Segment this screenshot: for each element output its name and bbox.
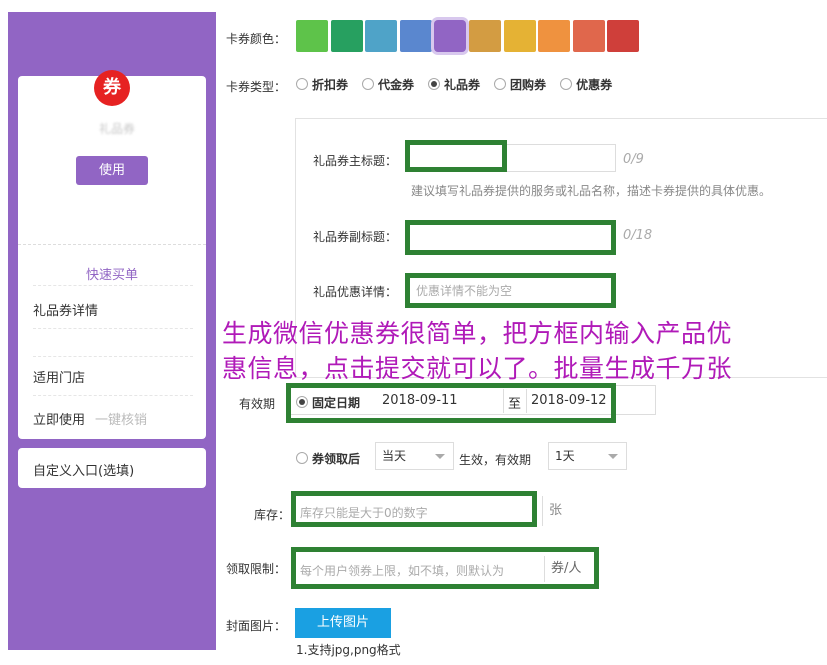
annotation-text: 生成微信优惠券很简单，把方框内输入产品优 惠信息，点击提交就可以了。批量生成千万… [222, 316, 822, 386]
main-title-hint: 建议填写礼品券提供的服务或礼品名称，描述卡券提供的具体优惠。 [411, 184, 772, 198]
detail-label: 礼品优惠详情： [313, 285, 398, 299]
type-label: 卡券类型： [226, 80, 287, 94]
coupon-type-label: 折扣券 [312, 78, 349, 92]
color-swatch[interactable] [572, 20, 605, 52]
color-swatch[interactable] [296, 20, 328, 52]
sub-title-counter: 0/18 [623, 228, 653, 243]
coupon-type-option[interactable]: 优惠券 [560, 76, 612, 93]
validity-label: 有效期 [239, 397, 276, 411]
cover-label: 封面图片： [226, 619, 287, 633]
date-end-input[interactable]: 2018-09-12 [531, 393, 607, 408]
radio-unchecked-icon [494, 78, 507, 90]
coupon-type-option[interactable]: 团购券 [494, 76, 546, 93]
validity-select[interactable]: 1天 [548, 442, 627, 470]
after-receive-value: 当天 [382, 449, 407, 463]
cover-hint: 1.支持jpg,png格式 [296, 643, 401, 657]
radio-unchecked-icon [362, 78, 375, 90]
annotation-line-1: 生成微信优惠券很简单，把方框内输入产品优 [222, 319, 733, 348]
main-title-counter: 0/9 [623, 152, 644, 167]
date-separator: 至 [508, 397, 522, 412]
coupon-title-blurred: 礼品券 [98, 122, 135, 136]
color-swatch[interactable] [607, 20, 640, 52]
date-start-input[interactable]: 2018-09-11 [382, 393, 458, 408]
radio-checked-icon [296, 396, 308, 408]
after-receive-select[interactable]: 当天 [375, 442, 454, 470]
after-receive-radio[interactable]: 券领取后 [296, 450, 360, 467]
menu-item-detail[interactable]: 礼品券详情 [33, 300, 193, 319]
color-swatch[interactable] [538, 20, 571, 52]
sub-title-label: 礼品券副标题： [313, 230, 398, 244]
menu-item-stores[interactable]: 适用门店 [33, 367, 193, 386]
detail-input[interactable]: 优惠详情不能为空 [405, 273, 616, 308]
divider [33, 356, 193, 357]
radio-unchecked-icon [296, 452, 308, 464]
radio-unchecked-icon [560, 78, 573, 90]
after-receive-label: 券领取后 [312, 452, 361, 466]
color-swatch[interactable] [469, 20, 501, 52]
color-swatch[interactable] [399, 20, 432, 52]
coupon-type-label: 礼品券 [444, 78, 481, 92]
color-label: 卡券颜色： [226, 32, 287, 46]
coupon-logo-icon: 券 [94, 70, 130, 106]
coupon-type-label: 团购券 [510, 78, 547, 92]
limit-placeholder: 每个用户领券上限，如不填，则默认为 [300, 564, 505, 578]
color-swatch[interactable] [330, 20, 363, 52]
radio-checked-icon [428, 78, 441, 90]
effective-text: 生效，有效期 [459, 453, 532, 467]
divider [33, 395, 193, 396]
coupon-type-label: 优惠券 [576, 78, 613, 92]
stock-unit: 张 [542, 496, 562, 526]
color-swatch[interactable] [434, 20, 467, 52]
use-button[interactable]: 使用 [76, 156, 148, 185]
radio-unchecked-icon [296, 78, 308, 90]
menu-item-use-now[interactable]: 立即使用 一键核销 [33, 409, 193, 428]
chevron-down-icon [608, 454, 618, 459]
stock-placeholder: 库存只能是大于0的数字 [300, 506, 428, 520]
chevron-down-icon [435, 454, 445, 459]
coupon-type-option[interactable]: 礼品券 [428, 76, 480, 93]
limit-label: 领取限制： [226, 562, 287, 576]
custom-entry-link[interactable]: 自定义入口(选填) [33, 460, 193, 479]
menu-item-sub: 一键核销 [95, 413, 148, 428]
stock-input[interactable]: 库存只能是大于0的数字 [291, 491, 537, 527]
annotation-line-2: 惠信息，点击提交就可以了。批量生成千万张 [222, 354, 733, 383]
main-title-label: 礼品券主标题： [313, 154, 398, 168]
highlight-box [405, 140, 507, 172]
fixed-date-label: 固定日期 [312, 396, 361, 410]
upload-image-button[interactable]: 上传图片 [295, 608, 391, 638]
sub-title-input[interactable] [405, 220, 616, 255]
coupon-type-option[interactable]: 代金券 [362, 76, 414, 93]
limit-unit: 券/人 [544, 556, 581, 582]
divider [33, 328, 193, 329]
fixed-date-radio[interactable]: 固定日期 [296, 394, 360, 411]
coupon-type-option[interactable]: 折扣券 [296, 76, 348, 93]
quick-buy-link[interactable]: 快速买单 [18, 264, 206, 283]
divider [33, 285, 193, 286]
menu-item-label: 立即使用 [33, 413, 86, 428]
color-swatch[interactable] [503, 20, 536, 52]
coupon-type-radios: 折扣券 代金券 礼品券 团购券 优惠券 [296, 76, 626, 93]
coupon-type-label: 代金券 [378, 78, 415, 92]
detail-placeholder: 优惠详情不能为空 [416, 284, 513, 298]
stock-label: 库存： [254, 508, 291, 522]
validity-value: 1天 [555, 449, 575, 463]
color-swatch[interactable] [365, 20, 398, 52]
